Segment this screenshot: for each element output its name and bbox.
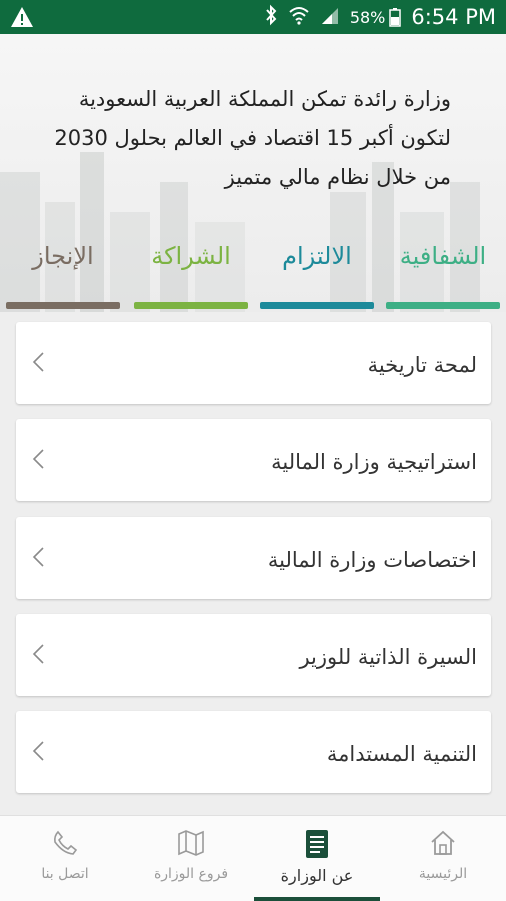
document-icon	[306, 830, 328, 858]
nav-label: فروع الوزارة	[153, 866, 229, 882]
bluetooth-icon	[264, 4, 278, 31]
bottom-navigation: الرئيسية عن الوزارة فروع الوزارة اتصل بن…	[0, 815, 506, 901]
battery-icon	[389, 8, 402, 27]
nav-label: عن الوزارة	[280, 866, 354, 885]
value-partnership[interactable]: الشراكة	[134, 242, 248, 312]
menu-item-strategy[interactable]: استراتيجية وزارة المالية	[16, 419, 491, 501]
menu-item-label: التنمية المستدامة	[326, 742, 477, 766]
chevron-left-icon	[32, 547, 44, 567]
menu-item-minister-bio[interactable]: السيرة الذاتية للوزير	[16, 614, 491, 696]
menu-item-history[interactable]: لمحة تاريخية	[16, 322, 491, 404]
menu-item-label: السيرة الذاتية للوزير	[299, 645, 477, 669]
nav-about-ministry[interactable]: عن الوزارة	[254, 816, 380, 901]
value-underline	[260, 302, 374, 309]
nav-label: الرئيسية	[418, 866, 468, 882]
vision-statement: وزارة رائدة تمكن المملكة العربية السعودي…	[20, 80, 451, 197]
vision-line: لتكون أكبر 15 اقتصاد في العالم بحلول 203…	[54, 126, 451, 150]
home-icon	[431, 830, 455, 855]
value-underline	[134, 302, 248, 309]
value-label: الشراكة	[151, 242, 231, 270]
vision-line: من خلال نظام مالي متميز	[224, 165, 451, 189]
map-icon	[178, 830, 204, 856]
phone-icon	[54, 830, 78, 855]
value-label: الإنجاز	[32, 242, 94, 270]
menu-item-sustainable-development[interactable]: التنمية المستدامة	[16, 711, 491, 793]
wifi-icon	[288, 5, 310, 30]
chevron-left-icon	[32, 741, 44, 761]
value-label: الشفافية	[399, 242, 487, 270]
chevron-left-icon	[32, 644, 44, 664]
warning-icon	[10, 6, 34, 32]
menu-item-label: اختصاصات وزارة المالية	[267, 548, 477, 572]
menu-item-label: استراتيجية وزارة المالية	[271, 450, 477, 474]
nav-home[interactable]: الرئيسية	[380, 816, 506, 901]
nav-contact[interactable]: اتصل بنا	[2, 816, 128, 901]
menu-item-responsibilities[interactable]: اختصاصات وزارة المالية	[16, 517, 491, 599]
value-transparency[interactable]: الشفافية	[386, 242, 500, 312]
battery-percent: 58%	[349, 7, 386, 27]
battery-indicator: 58%	[350, 7, 402, 27]
value-label: الالتزام	[282, 242, 352, 270]
value-achievement[interactable]: الإنجاز	[6, 242, 120, 312]
nav-branches[interactable]: فروع الوزارة	[128, 816, 254, 901]
values-strip: الشفافية الالتزام الشراكة الإنجاز	[0, 242, 506, 312]
signal-icon	[320, 5, 340, 30]
value-underline	[6, 302, 120, 309]
active-tab-indicator	[254, 897, 380, 901]
menu-item-label: لمحة تاريخية	[367, 353, 477, 377]
value-underline	[386, 302, 500, 309]
vision-line: وزارة رائدة تمكن المملكة العربية السعودي…	[78, 87, 451, 111]
chevron-left-icon	[32, 352, 44, 372]
clock: 6:54 PM	[411, 5, 496, 29]
value-commitment[interactable]: الالتزام	[260, 242, 374, 312]
status-bar: 58% 6:54 PM	[0, 0, 506, 34]
chevron-left-icon	[32, 449, 44, 469]
nav-label: اتصل بنا	[41, 866, 89, 882]
